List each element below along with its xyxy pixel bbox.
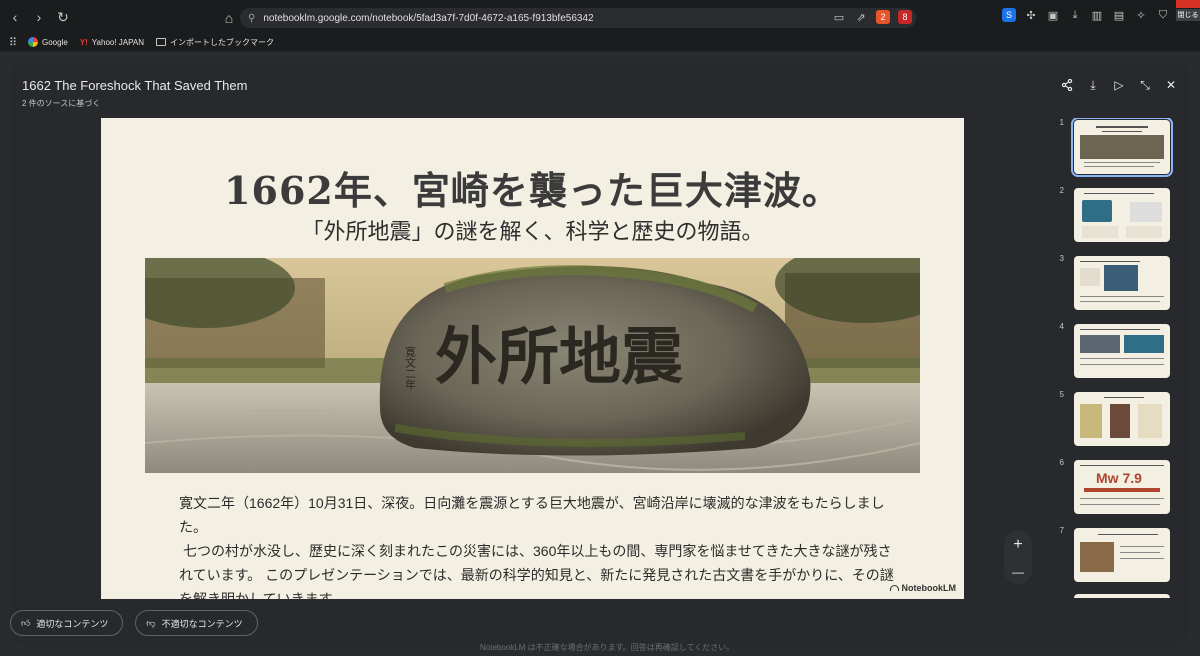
cast-icon[interactable]: ▭ [832, 10, 846, 24]
sidebar-icon[interactable]: ▥ [1090, 8, 1104, 22]
slide-viewer-dialog: 1662 The Foreshock That Saved Them 2 件のソ… [10, 62, 1190, 646]
thumbnail-strip: 1 2 3 4 5 6 Mw 7.9 7 [1054, 118, 1174, 598]
extension-s-icon[interactable]: S [1002, 8, 1016, 22]
slide-thumb[interactable] [1074, 256, 1170, 310]
wallet-icon[interactable]: ▤ [1112, 8, 1126, 22]
magnitude-label: Mw 7.9 [1096, 470, 1142, 486]
extensions-puzzle-icon[interactable]: ✣ [1024, 8, 1038, 22]
reload-icon[interactable]: ↻ [54, 8, 72, 26]
thumbnail-6[interactable]: 6 Mw 7.9 [1054, 458, 1174, 514]
download-icon[interactable]: ⤓ [1086, 78, 1100, 92]
thumbnail-8-partial[interactable] [1074, 594, 1170, 598]
slide-thumb[interactable] [1074, 392, 1170, 446]
disclaimer-text: NotebookLM は不正確な場合があります。回答は再確認してください。 [480, 643, 735, 652]
share-icon[interactable] [1060, 78, 1074, 92]
slide-thumb[interactable]: Mw 7.9 [1074, 460, 1170, 514]
slide-thumb[interactable] [1074, 188, 1170, 242]
slide-body-text: 寛文二年（1662年）10月31日、深夜。日向灘を震源とする巨大地震が、宮崎沿岸… [179, 491, 899, 599]
thumbnail-4[interactable]: 4 [1054, 322, 1174, 378]
tab-icon[interactable]: ▣ [1046, 8, 1060, 22]
thumbs-up-icon: 👍︎ [21, 617, 31, 628]
slide-thumb[interactable] [1071, 118, 1173, 177]
thumbnail-3[interactable]: 3 [1054, 254, 1174, 310]
bad-content-button[interactable]: 👎︎ 不適切なコンテンツ [135, 610, 258, 636]
window-corner-badge [1176, 0, 1200, 8]
bookmark-folder[interactable]: インポートしたブックマーク [155, 37, 274, 48]
bookmark-google[interactable]: Google [28, 37, 68, 47]
google-icon [28, 37, 38, 47]
url-text: notebooklm.google.com/notebook/5fad3a7f-… [263, 12, 594, 24]
notebooklm-brand: NotebookLM [889, 583, 956, 593]
thumbnail-7[interactable]: 7 [1054, 526, 1174, 582]
stone-monument-photo: 寛文二年 外所地震 [145, 258, 920, 473]
site-info-icon[interactable]: ⚲ [248, 13, 255, 24]
forward-icon[interactable]: › [30, 8, 48, 26]
brave-shield-icon[interactable]: 2 [876, 10, 890, 24]
svg-text:寛文二年: 寛文二年 [404, 345, 417, 390]
good-content-button[interactable]: 👍︎ 適切なコンテンツ [10, 610, 124, 636]
collapse-icon[interactable]: ⤡ [1138, 78, 1152, 92]
close-icon[interactable]: ✕ [1164, 78, 1178, 92]
thumbnail-2[interactable]: 2 [1054, 186, 1174, 242]
bookmarks-bar: ⠿ Google Y! Yahoo! JAPAN インポートしたブックマーク [0, 34, 1200, 50]
current-slide: 1662年、宮崎を襲った巨大津波。 「外所地震」の謎を解く、科学と歴史の物語。 [101, 118, 964, 599]
close-label[interactable]: 閉じる [1176, 9, 1200, 21]
body-paragraph-2: 七つの村が水没し、歴史に深く刻まれたこの災害には、360年以上もの間、専門家を悩… [179, 543, 894, 599]
slide-thumb[interactable] [1074, 528, 1170, 582]
folder-icon [155, 38, 166, 46]
thumbnail-5[interactable]: 5 [1054, 390, 1174, 446]
notebooklm-logo-icon [889, 585, 899, 591]
back-icon[interactable]: ‹ [6, 8, 24, 26]
shield-icon[interactable]: ⛉ [1156, 8, 1170, 22]
dialog-subtitle: 2 件のソースに基づく [22, 99, 101, 108]
ai-icon[interactable]: ✧ [1134, 8, 1148, 22]
bookmark-yahoo[interactable]: Y! Yahoo! JAPAN [80, 38, 144, 47]
stone-inscription: 外所地震 [435, 320, 683, 393]
slide-subtitle: 「外所地震」の謎を解く、科学と歴史の物語。 [301, 220, 764, 245]
slide-title: 1662年、宮崎を襲った巨大津波。 [224, 168, 841, 213]
share-page-icon[interactable]: ⇗ [854, 10, 868, 24]
zoom-out-button[interactable]: — [1012, 565, 1024, 579]
dialog-title: 1662 The Foreshock That Saved Them [22, 78, 248, 93]
bookmark-star-icon[interactable]: ⌂ [220, 9, 238, 27]
browser-toolbar: ‹ › ↻ ⌂ ⚲ notebooklm.google.com/notebook… [0, 0, 1200, 34]
zoom-in-button[interactable]: + [1013, 536, 1022, 554]
thumbnail-1[interactable]: 1 [1054, 118, 1174, 177]
feedback-bar: 👍︎ 適切なコンテンツ 👎︎ 不適切なコンテンツ [10, 610, 258, 636]
address-bar[interactable]: ⚲ notebooklm.google.com/notebook/5fad3a7… [240, 8, 916, 28]
thumbs-down-icon: 👎︎ [146, 617, 156, 628]
downloads-icon[interactable]: ⤓ [1068, 8, 1082, 22]
slide-thumb[interactable] [1074, 324, 1170, 378]
play-icon[interactable]: ▷ [1112, 78, 1126, 92]
body-paragraph-1: 寛文二年（1662年）10月31日、深夜。日向灘を震源とする巨大地震が、宮崎沿岸… [179, 495, 885, 535]
rewards-icon[interactable]: 8 [898, 10, 912, 24]
zoom-controls: + — [1004, 530, 1032, 584]
yahoo-icon: Y! [79, 37, 88, 47]
apps-grid-icon[interactable]: ⠿ [6, 35, 20, 49]
